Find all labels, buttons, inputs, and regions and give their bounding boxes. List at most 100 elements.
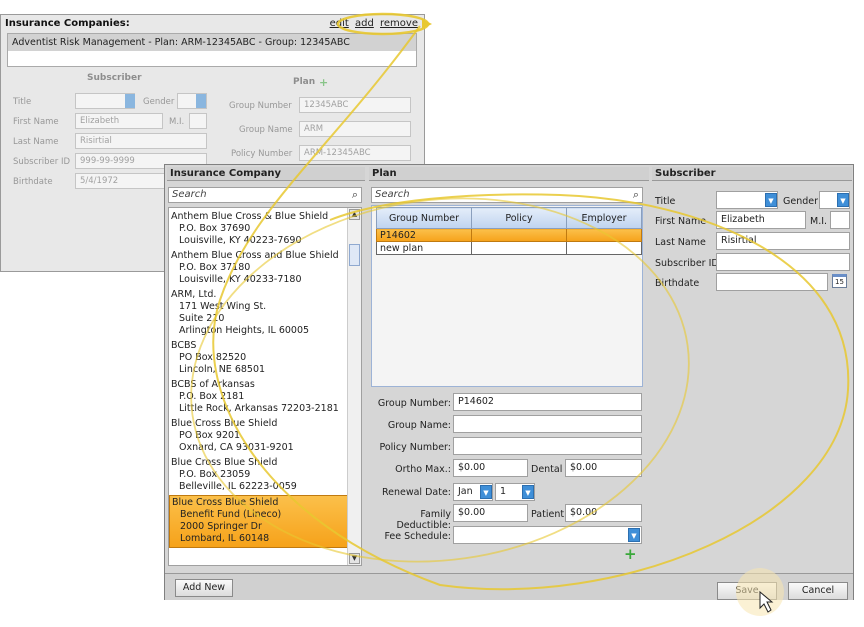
bg-last-name-field[interactable]: Risirtial xyxy=(75,133,207,149)
add-fee-schedule-icon[interactable]: + xyxy=(624,547,637,562)
edit-link[interactable]: edit xyxy=(330,18,349,29)
save-button[interactable]: Save xyxy=(717,582,777,600)
fee-schedule-label: Fee Schedule: xyxy=(384,531,451,542)
insurance-links: edit add remove xyxy=(327,18,418,29)
calendar-icon[interactable]: 15 xyxy=(832,274,847,288)
last-name-label: Last Name xyxy=(655,237,706,248)
patient-label: Patient xyxy=(531,509,565,520)
mi-field[interactable] xyxy=(830,211,850,229)
mi-label: M.I. xyxy=(810,216,828,227)
bg-first-name-field[interactable]: Elizabeth xyxy=(75,113,163,129)
company-address-line: Benefit Fund (Lineco) xyxy=(180,509,282,520)
bg-title-label: Title xyxy=(13,97,32,107)
company-address-line: Lombard, IL 60148 xyxy=(180,533,270,544)
insurance-plan-row[interactable]: Adventist Risk Management - Plan: ARM-12… xyxy=(8,34,416,51)
bg-mi-field[interactable] xyxy=(189,113,207,129)
search-icon[interactable]: ⌕ xyxy=(633,188,639,202)
add-new-button[interactable]: Add New xyxy=(175,579,233,597)
table-row[interactable]: P14602 xyxy=(376,228,642,242)
scroll-thumb[interactable] xyxy=(349,244,360,266)
plan-table-header: Group Number Policy Employer xyxy=(376,207,642,229)
dental-field[interactable]: $0.00 xyxy=(565,459,642,477)
chevron-down-icon[interactable]: ▼ xyxy=(837,193,849,207)
list-item[interactable]: Blue Cross Blue Shield Benefit Fund (Line… xyxy=(169,495,348,548)
bg-gender-label: Gender xyxy=(143,97,175,107)
dialog-footer: Add New Save Cancel xyxy=(165,573,853,600)
group-name-field[interactable] xyxy=(453,415,642,433)
remove-link[interactable]: remove xyxy=(380,18,418,29)
scroll-up-icon[interactable]: ▲ xyxy=(349,209,360,220)
group-number-field[interactable]: P14602 xyxy=(453,393,642,411)
bg-gender-dropdown-icon[interactable] xyxy=(196,94,206,108)
insurance-search-input[interactable]: Search ⌕ xyxy=(168,187,362,203)
bg-add-plan-icon[interactable]: + xyxy=(319,75,328,90)
family-deductible-field[interactable]: $0.00 xyxy=(453,504,528,522)
company-name: Anthem Blue Cross & Blue Shield xyxy=(171,211,329,222)
plan-search-placeholder: Search xyxy=(375,189,410,200)
bg-group-number-field[interactable]: 12345ABC xyxy=(299,97,411,113)
ortho-max-field[interactable]: $0.00 xyxy=(453,459,528,477)
table-cell: P14602 xyxy=(376,228,472,242)
cancel-button[interactable]: Cancel xyxy=(788,582,848,600)
patient-field[interactable]: $0.00 xyxy=(565,504,642,522)
table-cell xyxy=(566,228,642,242)
company-name: BCBS of Arkansas xyxy=(171,379,255,390)
group-name-label: Group Name: xyxy=(387,420,451,431)
company-name: BCBS xyxy=(171,340,197,351)
column-header[interactable]: Group Number xyxy=(376,207,472,229)
insurance-companies-title: Insurance Companies: xyxy=(5,18,130,29)
table-row[interactable]: new plan xyxy=(376,241,642,255)
fee-schedule-select[interactable] xyxy=(453,526,642,544)
last-name-field[interactable]: Risirtial xyxy=(716,232,850,250)
list-item[interactable]: BCBS PO Box 82520 Lincoln, NE 68501 xyxy=(169,339,348,378)
chevron-down-icon[interactable]: ▼ xyxy=(628,528,640,542)
company-address-line: P.O. Box 37690 xyxy=(179,223,251,234)
chevron-down-icon[interactable]: ▼ xyxy=(765,193,777,207)
table-cell xyxy=(566,241,642,255)
chevron-down-icon[interactable]: ▼ xyxy=(480,485,492,499)
calendar-day: 15 xyxy=(835,278,844,286)
insurance-plan-list[interactable]: Adventist Risk Management - Plan: ARM-12… xyxy=(7,33,417,67)
list-item[interactable]: ARM, Ltd. 171 West Wing St. Suite 210 Arlin… xyxy=(169,288,348,339)
scroll-down-icon[interactable]: ▼ xyxy=(349,553,360,564)
plan-grid[interactable]: Group Number Policy Employer P14602 new … xyxy=(371,205,643,387)
column-header[interactable]: Employer xyxy=(566,207,642,229)
chevron-down-icon[interactable]: ▼ xyxy=(522,485,534,499)
insurance-search-placeholder: Search xyxy=(172,189,207,200)
bg-birthdate-field[interactable]: 5/4/1972 xyxy=(75,173,165,189)
gender-label: Gender xyxy=(783,196,819,207)
bg-first-name-label: First Name xyxy=(13,117,59,127)
birthdate-field[interactable] xyxy=(716,273,828,291)
company-address-line: Little Rock, Arkansas 72203-2181 xyxy=(179,403,339,414)
bg-group-name-label: Group Name xyxy=(239,125,293,135)
list-item[interactable]: Anthem Blue Cross and Blue Shield P.O. Bo… xyxy=(169,249,348,288)
first-name-field[interactable]: Elizabeth xyxy=(716,211,806,229)
bg-title-dropdown-icon[interactable] xyxy=(125,94,135,108)
title-label: Title xyxy=(655,196,676,207)
ortho-max-label: Ortho Max.: xyxy=(395,464,451,475)
list-item[interactable]: Blue Cross Blue Shield PO Box 9201 Oxnard,… xyxy=(169,417,348,456)
add-link[interactable]: add xyxy=(355,18,374,29)
column-header[interactable]: Policy xyxy=(471,207,567,229)
first-name-label: First Name xyxy=(655,216,707,227)
list-item[interactable]: Blue Cross Blue Shield P.O. Box 23059 Bell… xyxy=(169,456,348,495)
company-name: ARM, Ltd. xyxy=(171,289,217,300)
bg-group-name-field[interactable]: ARM xyxy=(299,121,411,137)
list-item[interactable]: BCBS of Arkansas P.O. Box 2181 Little Rock… xyxy=(169,378,348,417)
bg-birthdate-label: Birthdate xyxy=(13,177,53,187)
company-address-line: Oxnard, CA 93031-9201 xyxy=(179,442,294,453)
plan-search-input[interactable]: Search ⌕ xyxy=(371,187,643,203)
bg-policy-number-field[interactable]: ARM-12345ABC xyxy=(299,145,411,161)
search-icon[interactable]: ⌕ xyxy=(352,188,358,202)
company-address-line: 2000 Springer Dr xyxy=(180,521,262,532)
policy-number-field[interactable] xyxy=(453,437,642,455)
company-address-line: Lincoln, NE 68501 xyxy=(179,364,266,375)
subscriber-id-field[interactable] xyxy=(716,253,850,271)
family-deductible-label: Family Deductible: xyxy=(396,509,451,531)
company-address-line: P.O. Box 23059 xyxy=(179,469,251,480)
company-address-line: P.O. Box 2181 xyxy=(179,391,245,402)
insurance-list-scrollbar[interactable]: ▲ ▼ xyxy=(347,208,361,565)
insurance-company-list[interactable]: Anthem Blue Cross & Blue Shield P.O. Box … xyxy=(168,207,362,566)
list-item[interactable]: Anthem Blue Cross & Blue Shield P.O. Box … xyxy=(169,210,348,249)
bg-plan-heading: Plan xyxy=(293,77,316,87)
